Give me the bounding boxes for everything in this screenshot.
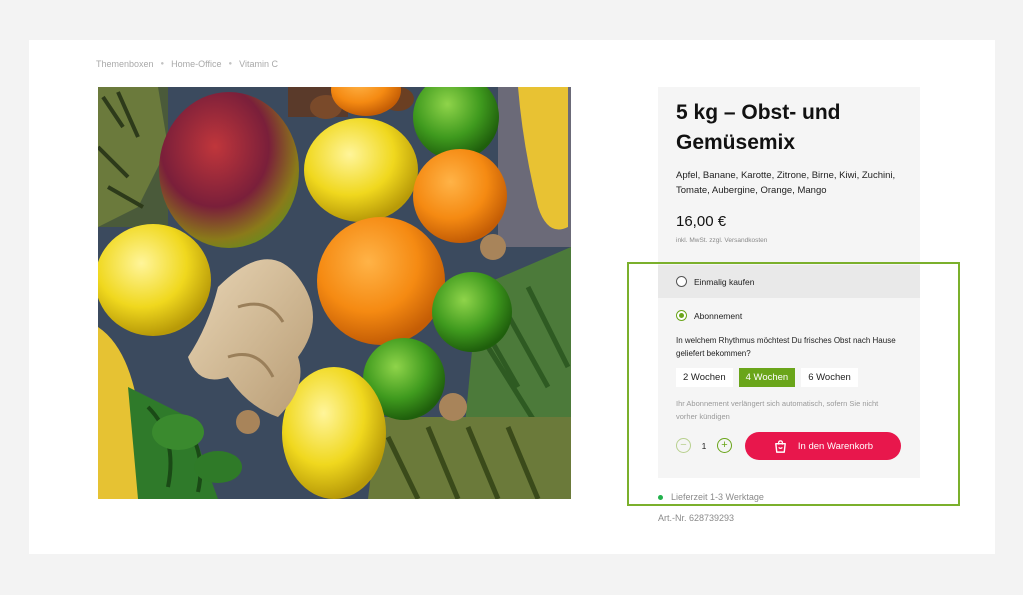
rhythm-option-4-weeks[interactable]: 4 Wochen bbox=[738, 368, 796, 387]
purchase-option-once[interactable]: Einmalig kaufen bbox=[658, 265, 920, 298]
quantity-value[interactable]: 1 bbox=[691, 441, 717, 451]
bag-icon bbox=[775, 439, 786, 453]
product-image bbox=[98, 87, 571, 499]
product-title: 5 kg – Obst- und Gemüsemix bbox=[676, 101, 841, 154]
status-dot bbox=[658, 494, 663, 500]
add-to-cart-button[interactable]: In den Warenkorb bbox=[745, 432, 901, 460]
add-to-cart-label: In den Warenkorb bbox=[797, 440, 874, 452]
once-label: Einmalig kaufen bbox=[694, 276, 755, 287]
article-number: Art.-Nr. 628739293 bbox=[658, 513, 735, 523]
plus-icon[interactable]: + bbox=[717, 438, 732, 453]
delivery-status: Lieferzeit 1-3 Werktage bbox=[658, 492, 764, 502]
subscription-note: Ihr Abonnement verlängert sich automatis… bbox=[676, 399, 879, 421]
breadcrumb-item-themenboxen[interactable]: Themenboxen bbox=[96, 59, 154, 69]
breadcrumb: Themenboxen ● Home-Office ● Vitamin C bbox=[96, 59, 278, 69]
product-description: Apfel, Banane, Karotte, Zitrone, Birne, … bbox=[676, 170, 896, 196]
once-radio[interactable] bbox=[676, 276, 687, 287]
rhythm-option-6-weeks[interactable]: 6 Wochen bbox=[801, 368, 858, 387]
minus-icon[interactable]: − bbox=[676, 438, 691, 453]
delivery-label: Lieferzeit 1-3 Werktage bbox=[671, 492, 764, 502]
breadcrumb-separator: ● bbox=[228, 61, 233, 67]
product-price: 16,00 € bbox=[676, 213, 727, 230]
subscription-radio[interactable] bbox=[676, 310, 687, 321]
subscription-label: Abonnement bbox=[694, 310, 743, 321]
rhythm-option-2-weeks[interactable]: 2 Wochen bbox=[676, 368, 733, 387]
rhythm-selector: 2 Wochen 4 Wochen 6 Wochen bbox=[676, 368, 858, 387]
purchase-option-subscription[interactable]: Abonnement bbox=[676, 310, 742, 321]
rhythm-question: In welchem Rhythmus möchtest Du frisches… bbox=[676, 336, 896, 358]
breadcrumb-item-home-office[interactable]: Home-Office bbox=[171, 59, 221, 69]
quantity-stepper: − 1 + bbox=[676, 438, 732, 453]
breadcrumb-item-vitamin-c[interactable]: Vitamin C bbox=[239, 59, 278, 69]
tax-note: inkl. MwSt. zzgl. Versandkosten bbox=[676, 237, 768, 244]
breadcrumb-separator: ● bbox=[160, 61, 165, 67]
